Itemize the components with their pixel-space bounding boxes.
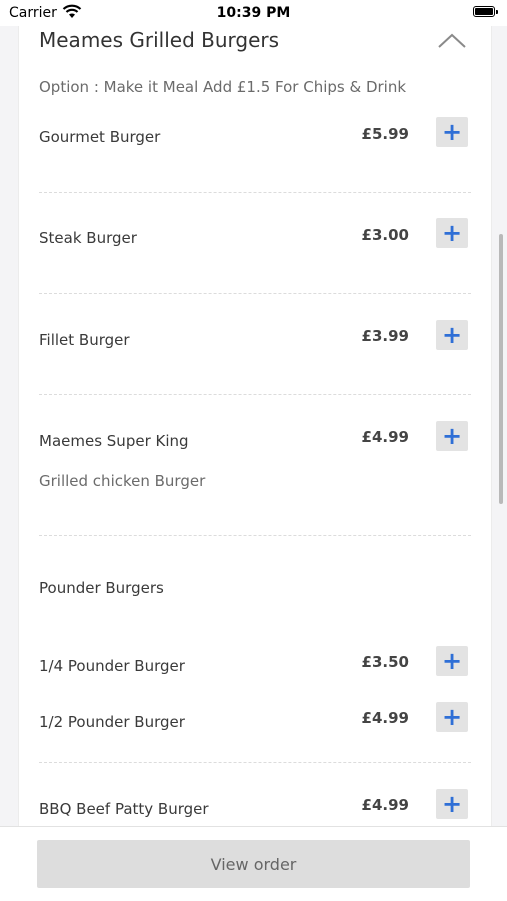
plus-icon: + [441, 321, 463, 349]
item-name-fillet-burger: Fillet Burger [39, 331, 130, 349]
item-name-half-pounder: 1/2 Pounder Burger [39, 713, 185, 731]
scrollbar[interactable] [499, 234, 503, 504]
plus-icon: + [441, 647, 463, 675]
item-price-gourmet-burger: £5.99 [361, 125, 409, 143]
item-price-quarter-pounder: £3.50 [361, 653, 409, 671]
clock-time: 10:39 PM [216, 5, 291, 21]
bottom-bar: View order [0, 826, 507, 901]
item-divider [39, 394, 471, 395]
add-quarter-pounder-button[interactable]: + [436, 646, 468, 676]
plus-icon: + [441, 422, 463, 450]
item-name-steak-burger: Steak Burger [39, 229, 137, 247]
plus-icon: + [441, 219, 463, 247]
item-price-maemes-super-king: £4.99 [361, 428, 409, 446]
battery-icon [473, 6, 499, 19]
add-bbq-beef-patty-burger-button[interactable]: + [436, 789, 468, 819]
item-name-maemes-super-king: Maemes Super King [39, 432, 189, 450]
status-bar: Carrier 10:39 PM [0, 0, 507, 26]
plus-icon: + [441, 790, 463, 818]
add-half-pounder-button[interactable]: + [436, 702, 468, 732]
add-fillet-burger-button[interactable]: + [436, 320, 468, 350]
add-gourmet-burger-button[interactable]: + [436, 117, 468, 147]
menu-section-card: Meames Grilled Burgers Option : Make it … [18, 0, 492, 826]
item-price-fillet-burger: £3.99 [361, 327, 409, 345]
item-name-bbq-beef-patty-burger: BBQ Beef Patty Burger [39, 800, 209, 818]
plus-icon: + [441, 703, 463, 731]
add-maemes-super-king-button[interactable]: + [436, 421, 468, 451]
item-divider [39, 293, 471, 294]
item-description: Grilled chicken Burger [39, 472, 206, 490]
item-name-gourmet-burger: Gourmet Burger [39, 128, 161, 146]
item-divider [39, 192, 471, 193]
plus-icon: + [441, 118, 463, 146]
item-price-half-pounder: £4.99 [361, 709, 409, 727]
item-price-steak-burger: £3.00 [361, 226, 409, 244]
meal-option-note: Option : Make it Meal Add £1.5 For Chips… [39, 78, 407, 96]
group-heading-pounder-burgers: Pounder Burgers [39, 579, 164, 597]
item-divider [39, 535, 471, 536]
chevron-up-icon[interactable] [437, 30, 467, 50]
item-name-quarter-pounder: 1/4 Pounder Burger [39, 657, 185, 675]
item-divider [39, 762, 471, 763]
section-title: Meames Grilled Burgers [39, 28, 280, 52]
item-price-bbq-beef-patty-burger: £4.99 [361, 796, 409, 814]
add-steak-burger-button[interactable]: + [436, 218, 468, 248]
view-order-button[interactable]: View order [37, 840, 470, 888]
